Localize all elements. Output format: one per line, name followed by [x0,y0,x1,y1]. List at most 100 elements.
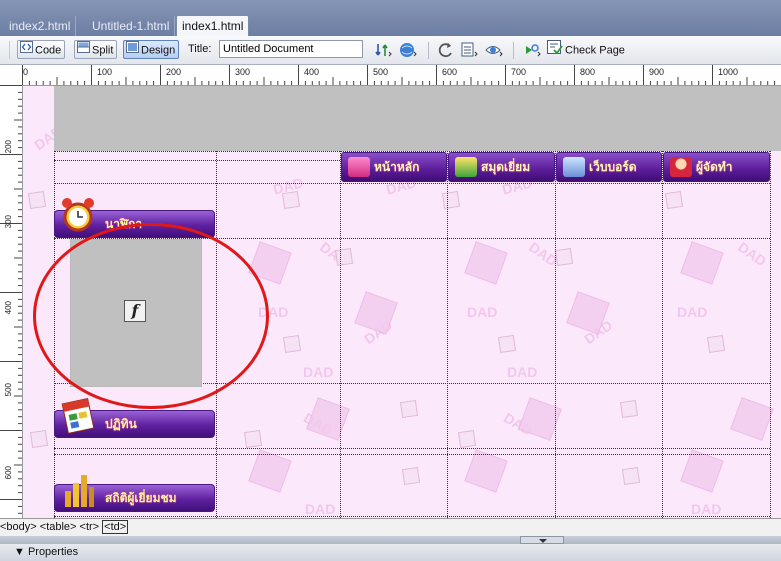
tag-td-selected[interactable]: <td> [102,520,129,534]
tag-selector-bar: <body> <table> <tr> <td> [0,518,781,537]
sidebar-visitor-stats-label: สถิติผู้เยี่ยมชม [105,491,177,505]
file-management-icon[interactable] [373,40,393,60]
box-pattern [306,397,350,441]
gift-pattern [27,190,47,210]
gift-pattern [457,429,477,449]
check-page-icon [547,40,563,61]
watermark: DAD [305,501,336,517]
gift-pattern [619,399,639,419]
gift-pattern [621,466,641,486]
nav-guestbook-button[interactable]: สมุดเยี่ยม [448,152,555,182]
check-page-button[interactable]: Check Page [545,40,628,59]
ruler-num: 1000 [718,67,739,77]
gift-pattern [664,190,684,210]
author-icon [670,157,692,177]
ruler-num: 300 [235,67,251,77]
tag-tr[interactable]: <tr> [80,521,100,533]
ruler-num: 600 [442,67,458,77]
ruler-num: 100 [97,67,113,77]
panel-splitter[interactable] [0,536,781,544]
tab-index1[interactable]: index1.html [176,15,250,37]
ruler-num: 800 [580,67,596,77]
watermark: DAD [507,364,538,380]
tag-body[interactable]: <body> [0,521,37,533]
table-border [54,183,770,184]
watermark: DAD [677,304,708,320]
watermark: DAD [467,304,498,320]
design-view-button[interactable]: Design [123,40,180,60]
properties-panel-header[interactable]: ▼ Properties [0,544,781,561]
gift-pattern [243,429,263,449]
title-label: Title: [188,43,212,55]
watermark: DAD [735,238,770,270]
code-view-button[interactable]: Code [17,40,66,60]
view-options-icon[interactable] [459,40,479,60]
split-view-button[interactable]: Split [74,40,118,60]
ruler-num: 700 [511,67,527,77]
box-pattern [464,449,508,493]
watermark: DAD [303,364,334,380]
ruler-num: 0 [23,67,29,77]
design-label: Design [141,44,176,57]
gift-pattern [29,429,49,449]
gift-pattern [282,334,302,354]
webboard-icon [563,157,585,177]
highlight-annotation-circle [33,223,269,409]
split-icon [77,41,90,60]
nav-home-button[interactable]: หน้าหลัก [341,152,447,182]
nav-webboard-button[interactable]: เว็บบอร์ด [556,152,662,182]
guestbook-icon [455,157,477,177]
ruler-ticks [22,65,776,85]
validate-markup-icon[interactable] [522,40,542,60]
table-border [54,516,770,517]
tab-index2[interactable]: index2.html [4,16,77,36]
box-pattern [248,449,292,493]
gift-pattern [281,190,301,210]
visual-aids-icon[interactable] [484,40,504,60]
ruler-num: 600 [4,466,13,480]
horizontal-ruler[interactable]: 0 100 200 300 400 500 600 700 800 900 10… [22,65,781,86]
document-title-input[interactable] [219,40,363,58]
ruler-num: 500 [4,383,13,397]
ruler-num: 400 [4,301,13,315]
table-border [770,151,771,518]
nav-webboard-label: เว็บบอร์ด [589,160,637,174]
box-pattern [680,241,724,285]
gift-pattern [399,399,419,419]
refresh-icon[interactable] [436,40,456,60]
tab-untitled-1[interactable]: Untitled-1.html [87,16,176,36]
table-border [662,151,663,518]
ruler-num: 500 [373,67,389,77]
sidebar-visitor-stats-heading[interactable]: สถิติผู้เยี่ยมชม [54,475,215,512]
nav-home-label: หน้าหลัก [374,160,420,174]
gift-pattern [497,334,517,354]
sidebar-calendar-heading[interactable]: ปฏิทิน [54,398,215,438]
box-pattern [680,449,724,493]
box-pattern [464,241,508,285]
preview-browser-icon[interactable] [398,40,418,60]
vertical-ruler[interactable]: 200 300 400 500 600 [0,85,23,518]
gift-pattern [706,334,726,354]
tag-table[interactable]: <table> [40,521,77,533]
sidebar-calendar-label: ปฏิทิน [105,417,137,431]
toolbar-grip [9,41,10,59]
gift-pattern [441,190,461,210]
table-border [555,151,556,518]
design-view-canvas[interactable]: DAD DAD DAD DAD DAD DAD DAD DAD DAD DAD … [23,86,781,518]
calendar-icon [61,395,95,435]
box-pattern [730,397,774,441]
table-border [447,151,448,518]
toolbar-separator [428,42,429,59]
watermark: DAD [691,501,722,517]
document-toolbar: Code Split Design Title: Check Page [0,36,781,65]
toolbar-separator [513,42,514,59]
gift-pattern [554,247,574,267]
design-icon [126,41,139,60]
nav-author-button[interactable]: ผู้จัดทำ [663,152,770,182]
code-label: Code [35,44,62,57]
collapse-panel-arrow[interactable] [520,536,564,544]
ruler-origin[interactable] [0,65,23,86]
header-banner-placeholder[interactable] [54,86,781,151]
code-icon [20,41,33,60]
ruler-num: 200 [166,67,182,77]
